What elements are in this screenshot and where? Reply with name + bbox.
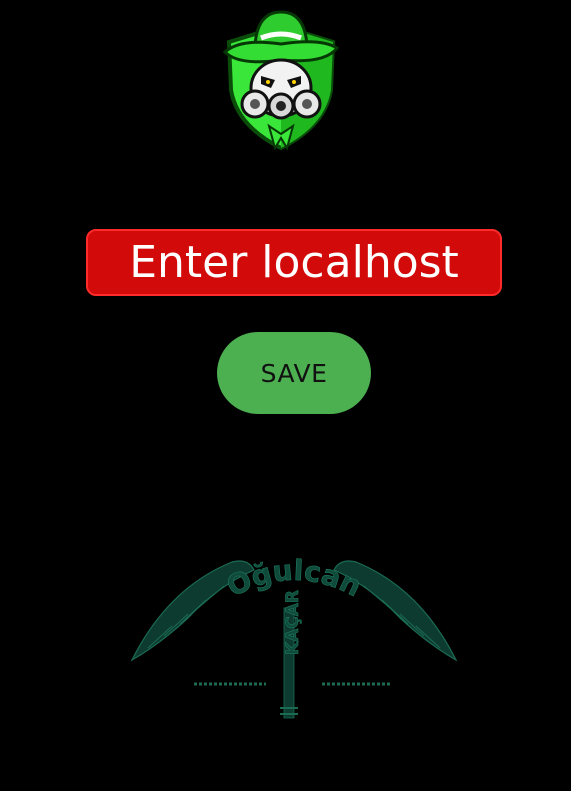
watermark-last-name: KAÇAR bbox=[283, 590, 303, 655]
localhost-input[interactable] bbox=[86, 229, 502, 296]
gasmask-cowboy-logo-icon bbox=[222, 10, 340, 151]
save-button[interactable]: SAVE bbox=[217, 332, 371, 414]
bow-signature-watermark: Oğulcan KAÇAR bbox=[130, 553, 458, 719]
app-screen: SAVE Oğulcan KAÇAR bbox=[0, 0, 571, 791]
